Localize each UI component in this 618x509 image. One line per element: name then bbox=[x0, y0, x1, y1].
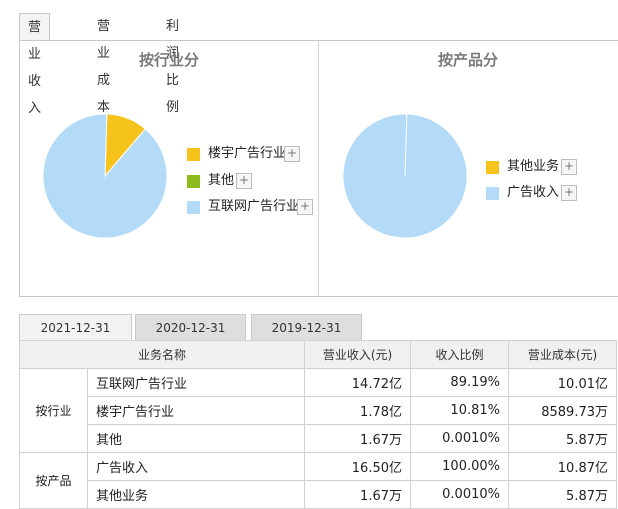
header-ratio: 收入比例 bbox=[410, 340, 509, 369]
row-name: 其他 bbox=[87, 424, 305, 453]
legend-swatch bbox=[187, 175, 200, 188]
row-ratio: 100.00% bbox=[410, 452, 509, 481]
group-label-industry: 按行业 bbox=[19, 368, 88, 453]
expand-plus-icon[interactable]: + bbox=[561, 185, 577, 201]
table-row: 其他 1.67万 0.0010% 5.87万 bbox=[20, 424, 617, 453]
row-ratio: 10.81% bbox=[410, 396, 509, 425]
chart-panel: 按行业分 楼宇广告行业 + 其他 + 互联网广告行业 + 按产品分 其他业务 +… bbox=[19, 40, 618, 297]
table-row: 按产品 广告收入 16.50亿 100.00% 10.87亿 bbox=[19, 452, 617, 509]
legend-label: 楼宇广告行业 bbox=[208, 146, 287, 161]
row-cost: 5.87万 bbox=[508, 424, 617, 453]
tab-cost[interactable]: 营业成本 bbox=[97, 13, 110, 115]
year-tab-2019[interactable]: 2019-12-31 bbox=[251, 314, 362, 341]
legend-swatch bbox=[187, 148, 200, 161]
row-revenue: 14.72亿 bbox=[304, 368, 411, 397]
row-cost: 8589.73万 bbox=[508, 396, 617, 425]
table-header-row: 业务名称 营业收入(元) 收入比例 营业成本(元) bbox=[19, 340, 617, 369]
header-business-name: 业务名称 bbox=[19, 340, 305, 369]
row-cost: 10.01亿 bbox=[508, 368, 617, 397]
tab-profit-ratio[interactable]: 利润比例 bbox=[166, 13, 179, 115]
expand-plus-icon[interactable]: + bbox=[284, 146, 300, 162]
row-ratio: 0.0010% bbox=[410, 480, 509, 509]
legend-swatch bbox=[486, 187, 499, 200]
chart-title-product: 按产品分 bbox=[438, 51, 499, 69]
chart-title-industry: 按行业分 bbox=[139, 51, 200, 69]
legend-label: 其他业务 bbox=[507, 159, 560, 174]
product-pie-chart bbox=[342, 113, 468, 239]
expand-plus-icon[interactable]: + bbox=[297, 199, 313, 215]
table-row: 其他业务 1.67万 0.0010% 5.87万 bbox=[20, 480, 617, 509]
row-revenue: 1.67万 bbox=[304, 480, 411, 509]
row-name: 楼宇广告行业 bbox=[87, 396, 305, 425]
expand-plus-icon[interactable]: + bbox=[561, 159, 577, 175]
row-revenue: 1.67万 bbox=[304, 424, 411, 453]
row-name: 互联网广告行业 bbox=[87, 368, 305, 397]
legend-label: 其他 bbox=[208, 173, 235, 188]
row-name: 其他业务 bbox=[87, 480, 305, 509]
table-row: 按行业 互联网广告行业 14.72亿 89.19% 10.01亿 bbox=[19, 368, 617, 453]
pie-slice-1[interactable] bbox=[342, 113, 468, 239]
legend-swatch bbox=[486, 161, 499, 174]
pie-slice-1[interactable] bbox=[42, 113, 168, 239]
group-label-product: 按产品 bbox=[19, 452, 88, 509]
legend-label: 广告收入 bbox=[507, 185, 560, 200]
business-table: 业务名称 营业收入(元) 收入比例 营业成本(元) 按行业 互联网广告行业 14… bbox=[19, 340, 617, 509]
header-cost: 营业成本(元) bbox=[508, 340, 617, 369]
tab-revenue[interactable]: 营业收入 bbox=[19, 13, 51, 116]
legend-label: 互联网广告行业 bbox=[208, 199, 300, 214]
industry-pie-chart bbox=[42, 113, 168, 239]
row-revenue: 16.50亿 bbox=[304, 452, 411, 481]
year-tab-2020[interactable]: 2020-12-31 bbox=[135, 314, 246, 341]
panel-divider bbox=[318, 41, 319, 296]
row-ratio: 89.19% bbox=[410, 368, 509, 397]
row-cost: 5.87万 bbox=[508, 480, 617, 509]
year-tab-2021[interactable]: 2021-12-31 bbox=[19, 314, 132, 341]
expand-plus-icon[interactable]: + bbox=[236, 173, 252, 189]
row-name: 广告收入 bbox=[87, 452, 305, 481]
table-row: 楼宇广告行业 1.78亿 10.81% 8589.73万 bbox=[20, 396, 617, 425]
header-revenue: 营业收入(元) bbox=[304, 340, 411, 369]
row-cost: 10.87亿 bbox=[508, 452, 617, 481]
row-revenue: 1.78亿 bbox=[304, 396, 411, 425]
row-ratio: 0.0010% bbox=[410, 424, 509, 453]
legend-swatch bbox=[187, 201, 200, 214]
